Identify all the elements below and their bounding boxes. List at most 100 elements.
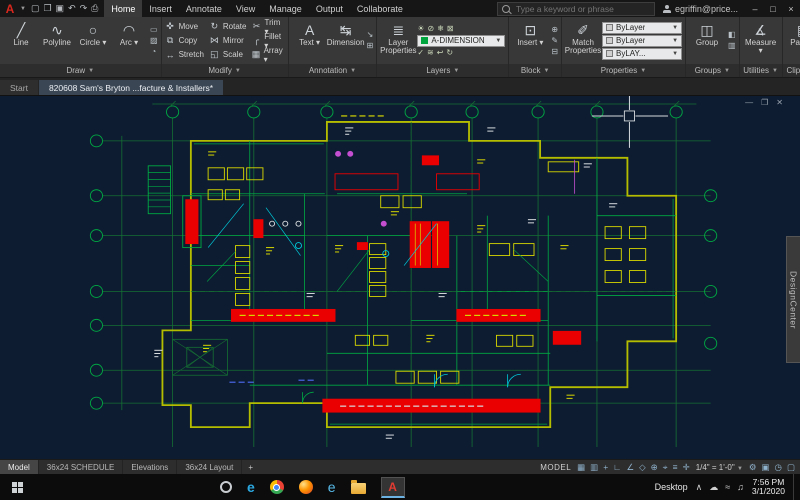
autocad-taskbar-icon[interactable]: A [381, 477, 405, 498]
maximize-button[interactable]: □ [764, 4, 782, 14]
doc-tab-start[interactable]: Start [0, 80, 38, 95]
ribbon-tab-output[interactable]: Output [309, 0, 350, 17]
rectangle-icon[interactable]: ▭ [150, 25, 158, 35]
layer-previous-icon[interactable]: ↩ [437, 48, 444, 58]
ribbon-tab-view[interactable]: View [229, 0, 262, 17]
lineweight-icon[interactable]: ≡ [673, 463, 678, 472]
edge-icon[interactable]: e [247, 480, 255, 494]
tray-chevron-icon[interactable]: ∧ [696, 482, 703, 493]
layout-tab-model[interactable]: Model [0, 460, 39, 474]
tool-insert[interactable]: ⊡Insert ▾ [512, 20, 548, 62]
internet-explorer-icon[interactable]: e [328, 480, 336, 494]
lineweight-combo[interactable]: ByLayer▼ [602, 35, 682, 47]
designcenter-tab[interactable]: DesignCenter [786, 236, 800, 363]
logo-dropdown-icon[interactable]: ▼ [20, 6, 26, 12]
clean-screen-icon[interactable]: ▢ [787, 463, 795, 472]
tool-paste[interactable]: ▤Paste ▾ [786, 20, 800, 62]
annotation-panel-label[interactable]: Annotation▼ [289, 64, 377, 77]
start-button[interactable] [0, 474, 34, 500]
chrome-icon[interactable] [270, 480, 284, 494]
tool-match-properties[interactable]: ✐Match Properties [565, 20, 601, 62]
draw-panel-label[interactable]: Draw▼ [0, 64, 161, 77]
groups-panel-label[interactable]: Groups▼ [686, 64, 739, 77]
ribbon-tab-collaborate[interactable]: Collaborate [350, 0, 410, 17]
tool-array[interactable]: ▦Array ▾ [251, 48, 284, 62]
make-current-icon[interactable]: ✓ [417, 48, 424, 58]
object-track-icon[interactable]: ⌖ [663, 463, 668, 472]
close-button[interactable]: × [782, 4, 800, 14]
layers-panel-label[interactable]: Layers▼ [377, 64, 508, 77]
dynamic-input-icon[interactable]: ✛ [683, 463, 690, 472]
undo-icon[interactable]: ↶ [68, 4, 76, 13]
group-edit-icon[interactable]: ▥ [728, 41, 736, 51]
desktop-toolbar-label[interactable]: Desktop [655, 482, 688, 492]
infer-constraints-icon[interactable]: + [603, 463, 608, 472]
taskbar-clock[interactable]: 7:56 PM 3/1/2020 [752, 478, 785, 497]
new-layout-button[interactable]: + [242, 463, 259, 472]
model-space-indicator[interactable]: MODEL [540, 463, 571, 472]
linetype-combo[interactable]: ByLAY...▼ [602, 48, 682, 60]
leader-icon[interactable]: ↘ [367, 30, 374, 40]
network-icon[interactable]: ≈ [725, 482, 730, 492]
layer-lock-icon[interactable]: ⊠ [447, 24, 454, 34]
firefox-icon[interactable] [299, 480, 313, 494]
open-file-icon[interactable]: ❐ [43, 4, 51, 13]
edit-block-icon[interactable]: ✎ [551, 36, 558, 46]
osnap-icon[interactable]: ⊕ [651, 463, 658, 472]
tool-copy[interactable]: ⧉Copy [165, 34, 204, 48]
layer-unsaved-icon[interactable]: ↻ [446, 48, 453, 58]
modify-panel-label[interactable]: Modify▼ [162, 64, 288, 77]
tool-measure[interactable]: ∡Measure ▾ [743, 20, 779, 62]
redo-icon[interactable]: ↷ [80, 4, 88, 13]
table-icon[interactable]: ⊞ [367, 41, 374, 51]
tool-text[interactable]: AText ▾ [292, 20, 328, 62]
ribbon-tab-manage[interactable]: Manage [262, 0, 309, 17]
hatch-icon[interactable]: ▨ [150, 36, 158, 46]
tool-stretch[interactable]: ↔Stretch [165, 48, 204, 62]
ribbon-tab-home[interactable]: Home [104, 0, 142, 17]
show-desktop-button[interactable] [793, 474, 798, 500]
file-explorer-icon[interactable] [351, 483, 366, 494]
tool-scale[interactable]: ◱Scale [209, 48, 247, 62]
attributes-icon[interactable]: ⊟ [551, 47, 558, 57]
layout-tab-36x24-layout[interactable]: 36x24 Layout [177, 460, 242, 474]
save-icon[interactable]: ▣ [56, 4, 65, 13]
properties-panel-label[interactable]: Properties▼ [562, 64, 685, 77]
drawing-area[interactable]: — ❐ ✕ DesignCenter [0, 96, 800, 459]
tool-line[interactable]: ╱Line [3, 20, 39, 62]
plot-icon[interactable]: ⎙ [91, 4, 98, 13]
viewport-close-icon[interactable]: ✕ [776, 99, 783, 107]
ortho-icon[interactable]: ∟ [613, 463, 621, 472]
ellipse-icon[interactable]: ◔ [150, 47, 158, 57]
viewport-restore-icon[interactable]: ❐ [761, 99, 768, 107]
search-input[interactable] [514, 3, 650, 15]
snap-icon[interactable]: ▥ [590, 463, 598, 472]
polar-tracking-icon[interactable]: ∠ [627, 463, 635, 472]
match-layer-icon[interactable]: ≋ [427, 48, 434, 58]
layer-isolate-icon[interactable]: ⊘ [427, 24, 434, 34]
ribbon-tab-annotate[interactable]: Annotate [179, 0, 229, 17]
ribbon-tab-insert[interactable]: Insert [142, 0, 179, 17]
doc-tab-820608-sam-s-bryton-facture-installers[interactable]: 820608 Sam's Bryton ...facture & Install… [39, 80, 223, 95]
ungroup-icon[interactable]: ◧ [728, 30, 736, 40]
tool-layer-properties[interactable]: ≣ Layer Properties [380, 20, 416, 62]
signed-in-user[interactable]: egriffin@price... [663, 4, 738, 14]
isodraft-icon[interactable]: ◇ [639, 463, 646, 472]
tool-circle[interactable]: ○Circle ▾ [75, 20, 111, 62]
clipboard-panel-label[interactable]: Clipboard [783, 64, 800, 77]
tool-move[interactable]: ✜Move [165, 20, 204, 34]
create-block-icon[interactable]: ⊕ [551, 25, 558, 35]
layout-tab-36x24-schedule[interactable]: 36x24 SCHEDULE [39, 460, 124, 474]
tool-rotate[interactable]: ↻Rotate [209, 20, 247, 34]
tool-dimension[interactable]: ↹Dimension [328, 20, 364, 62]
layer-off-icon[interactable]: ☀ [417, 24, 424, 34]
workspace-gear-icon[interactable]: ⚙ [749, 463, 757, 472]
cortana-icon[interactable] [220, 481, 232, 493]
layer-freeze-icon[interactable]: ❄ [437, 24, 444, 34]
tool-polyline[interactable]: ∿Polyline [39, 20, 75, 62]
minimize-button[interactable]: – [746, 4, 764, 14]
layout-tab-elevations[interactable]: Elevations [123, 460, 177, 474]
plan-svg[interactable] [0, 96, 800, 459]
tool-group[interactable]: ◫Group [689, 20, 725, 62]
tool-arc[interactable]: ◠Arc ▾ [111, 20, 147, 62]
